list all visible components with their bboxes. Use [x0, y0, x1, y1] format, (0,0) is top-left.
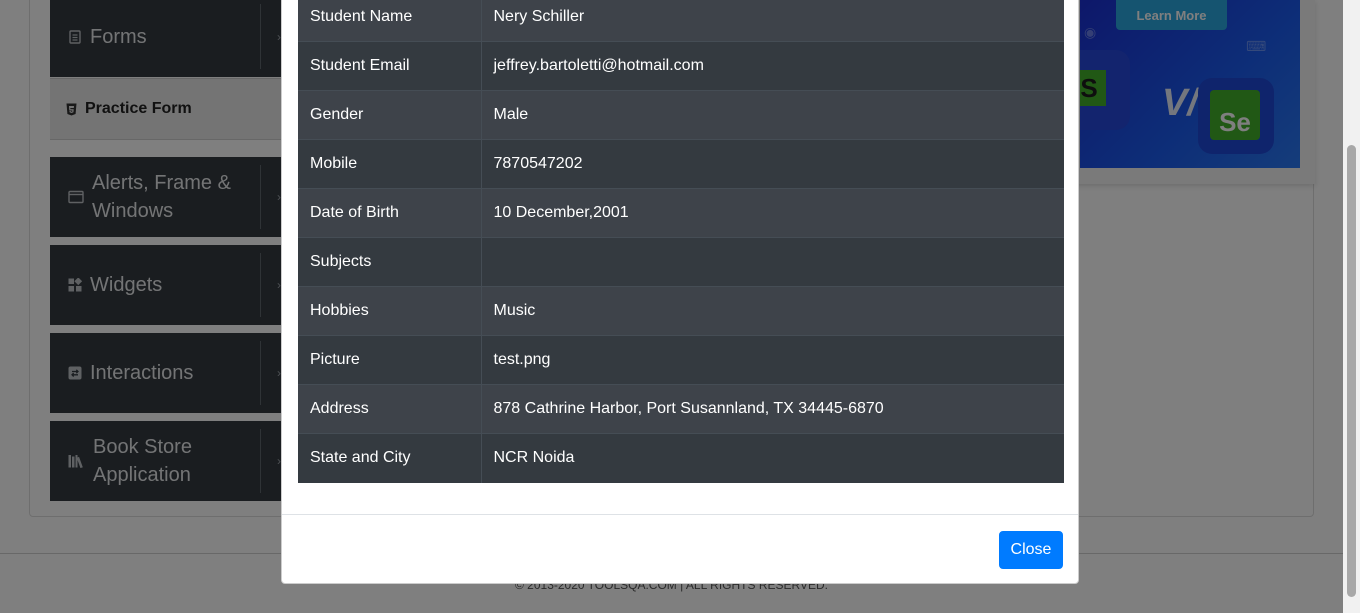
- row-value: [481, 237, 1064, 287]
- row-label: Hobbies: [298, 286, 482, 336]
- table-row: Subjects: [298, 237, 1064, 287]
- scrollbar-thumb[interactable]: [1347, 145, 1356, 597]
- table-row: Mobile 7870547202: [298, 139, 1064, 189]
- table-row: Student Name Nery Schiller: [298, 0, 1064, 42]
- row-label: Student Email: [298, 41, 482, 91]
- row-value: Male: [481, 90, 1064, 140]
- modal-footer: Close: [282, 514, 1078, 584]
- row-label: Address: [298, 384, 482, 434]
- close-button[interactable]: Close: [999, 531, 1063, 569]
- row-label: Student Name: [298, 0, 482, 42]
- row-value: NCR Noida: [481, 433, 1064, 483]
- page-scrollbar[interactable]: [1343, 0, 1360, 613]
- row-value: 878 Cathrine Harbor, Port Susannland, TX…: [481, 384, 1064, 434]
- submission-modal: Student Name Nery Schiller Student Email…: [281, 0, 1079, 584]
- results-table: Student Name Nery Schiller Student Email…: [298, 0, 1064, 483]
- row-value: test.png: [481, 335, 1064, 385]
- row-label: Picture: [298, 335, 482, 385]
- table-row: Picture test.png: [298, 335, 1064, 385]
- row-label: Date of Birth: [298, 188, 482, 238]
- row-value: Nery Schiller: [481, 0, 1064, 42]
- row-label: Mobile: [298, 139, 482, 189]
- row-value: 10 December,2001: [481, 188, 1064, 238]
- table-row: Address 878 Cathrine Harbor, Port Susann…: [298, 384, 1064, 434]
- row-label: Gender: [298, 90, 482, 140]
- table-row: State and City NCR Noida: [298, 433, 1064, 483]
- table-row: Hobbies Music: [298, 286, 1064, 336]
- modal-body: Student Name Nery Schiller Student Email…: [298, 0, 1064, 483]
- row-value: 7870547202: [481, 139, 1064, 189]
- row-label: Subjects: [298, 237, 482, 287]
- table-row: Gender Male: [298, 90, 1064, 140]
- table-row: Date of Birth 10 December,2001: [298, 188, 1064, 238]
- row-value: jeffrey.bartoletti@hotmail.com: [481, 41, 1064, 91]
- table-row: Student Email jeffrey.bartoletti@hotmail…: [298, 41, 1064, 91]
- row-label: State and City: [298, 433, 482, 483]
- row-value: Music: [481, 286, 1064, 336]
